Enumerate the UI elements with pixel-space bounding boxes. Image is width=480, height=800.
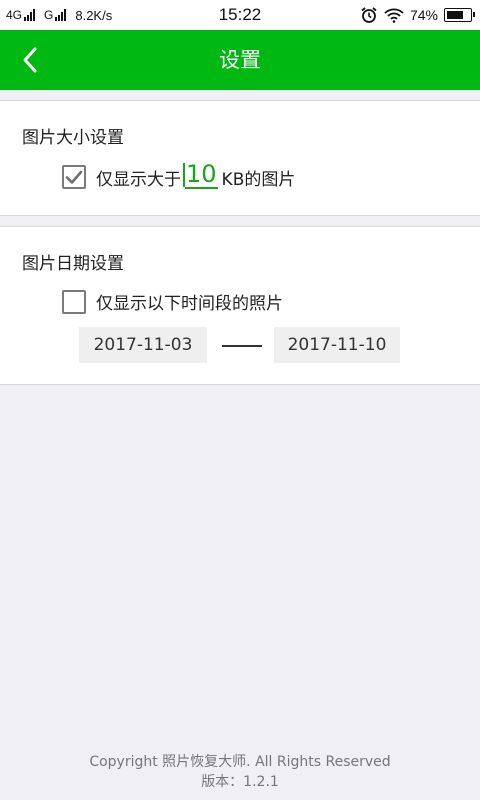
alarm-clock-icon bbox=[361, 7, 377, 23]
image-date-section: 图片日期设置 仅显示以下时间段的照片 2017-11-03 2017-11-10 bbox=[0, 226, 480, 385]
size-filter-label-prefix: 仅显示大于 bbox=[96, 169, 181, 190]
date-section-title: 图片日期设置 bbox=[22, 254, 124, 274]
version-text: 版本：1.2.1 bbox=[201, 774, 279, 790]
date-filter-checkbox[interactable] bbox=[62, 289, 86, 314]
status-right: 74% bbox=[360, 0, 475, 30]
battery-percent: 74% bbox=[409, 7, 438, 23]
battery-fill bbox=[447, 11, 464, 19]
checkmark-icon bbox=[65, 170, 83, 184]
size-value-input[interactable]: 10 bbox=[183, 161, 218, 189]
size-filter-row: 仅显示大于 10 KB的图片 bbox=[62, 161, 296, 191]
date-range-separator bbox=[222, 345, 262, 347]
page-title: 设置 bbox=[219, 48, 261, 72]
start-date-button[interactable]: 2017-11-03 bbox=[79, 327, 207, 363]
copyright-text: Copyright 照片恢复大师. All Rights Reserved bbox=[89, 754, 391, 770]
battery-icon bbox=[444, 8, 475, 22]
app-bar: 设置 bbox=[0, 30, 480, 90]
status-bar: 4G G 8.2K/s 15:22 74% bbox=[0, 0, 480, 30]
end-date-button[interactable]: 2017-11-10 bbox=[274, 327, 400, 363]
footer: Copyright 照片恢复大师. All Rights Reserved 版本… bbox=[0, 752, 480, 792]
size-filter-label-suffix: KB的图片 bbox=[221, 169, 296, 190]
date-filter-row: 仅显示以下时间段的照片 bbox=[62, 289, 283, 314]
date-filter-label: 仅显示以下时间段的照片 bbox=[96, 294, 283, 314]
size-section-title: 图片大小设置 bbox=[22, 128, 124, 148]
wifi-icon bbox=[384, 8, 404, 23]
image-size-section: 图片大小设置 仅显示大于 10 KB的图片 bbox=[0, 100, 480, 216]
size-filter-checkbox[interactable] bbox=[62, 165, 86, 189]
